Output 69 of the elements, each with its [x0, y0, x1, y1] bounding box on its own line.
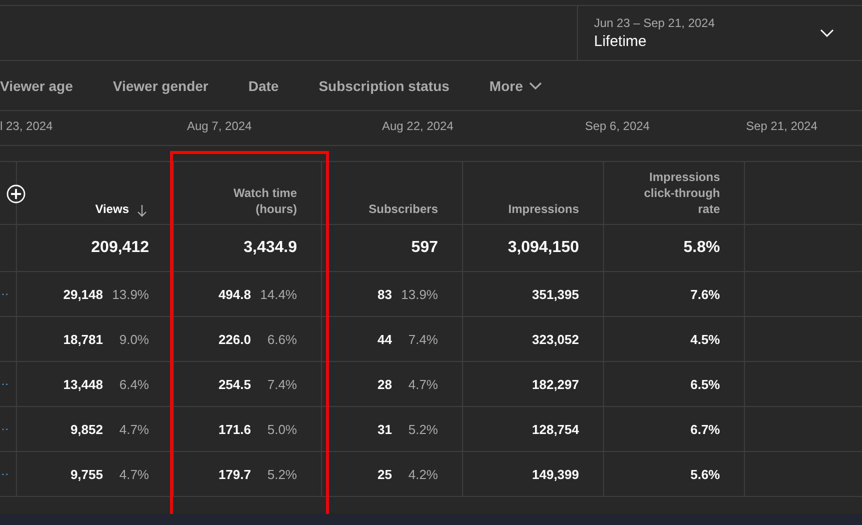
- metric-value: 31: [378, 422, 392, 436]
- tab[interactable]: Viewer age: [0, 78, 73, 94]
- column-header[interactable]: Subscribers: [368, 201, 438, 217]
- metric-value: 254.5: [218, 376, 251, 392]
- metric-value: 44: [378, 332, 392, 346]
- metric-value: 25: [378, 466, 392, 482]
- metric-value: 6.5%: [690, 376, 720, 392]
- column-header[interactable]: Views: [95, 201, 129, 217]
- metric-value: 7.6%: [690, 286, 720, 302]
- metric-share: 6.4%: [118, 376, 149, 392]
- column-header[interactable]: Watch time (hours): [197, 185, 297, 217]
- total-value: 5.8%: [684, 239, 720, 257]
- metric-value: 351,395: [532, 286, 579, 302]
- metric-share: 5.2%: [266, 466, 297, 482]
- metric-value: 6.7%: [690, 422, 720, 436]
- total-value: 3,094,150: [508, 239, 579, 257]
- metric-share: 7.4%: [266, 376, 297, 392]
- metric-share: 4.7%: [407, 376, 438, 392]
- chevron-down-icon: [528, 82, 542, 90]
- video-title-link[interactable]: …: [0, 284, 9, 298]
- metric-value: 171.6: [218, 422, 251, 436]
- metric-value: 18,781: [63, 332, 103, 346]
- axis-date-label: Sep 21, 2024: [746, 119, 818, 133]
- date-range: Jun 23 – Sep 21, 2024: [594, 16, 716, 30]
- metric-value: 9,852: [70, 422, 103, 436]
- metric-value: 494.8: [218, 286, 251, 302]
- total-value: 209,412: [91, 239, 149, 257]
- metric-share: 9.0%: [118, 332, 149, 346]
- metric-share: 6.6%: [266, 332, 297, 346]
- total-value: 597: [411, 239, 438, 257]
- video-title-link[interactable]: …: [0, 374, 9, 388]
- metric-share: 14.4%: [259, 286, 297, 302]
- metric-share: 5.2%: [407, 422, 438, 436]
- metric-value: 4.5%: [690, 332, 720, 346]
- metric-share: 13.9%: [111, 286, 149, 302]
- metric-value: 83: [378, 286, 392, 302]
- metric-share: 13.9%: [400, 286, 438, 302]
- metric-value: 323,052: [532, 332, 579, 346]
- total-value: 3,434.9: [244, 239, 297, 257]
- metric-value: 13,448: [63, 376, 103, 392]
- metric-value: 182,297: [532, 376, 579, 392]
- metric-value: 226.0: [218, 332, 251, 346]
- metric-share: 7.4%: [407, 332, 438, 346]
- axis-date-label: l 23, 2024: [0, 119, 53, 133]
- add-column-icon[interactable]: [6, 184, 26, 204]
- tab[interactable]: More: [489, 78, 542, 94]
- metric-value: 128,754: [532, 422, 579, 436]
- metric-share: 5.0%: [266, 422, 297, 436]
- metric-value: 179.7: [218, 466, 251, 482]
- metric-value: 149,399: [532, 466, 579, 482]
- period-label: Lifetime: [594, 33, 648, 50]
- tab[interactable]: Viewer gender: [112, 78, 208, 94]
- tab[interactable]: Subscription status: [318, 78, 450, 94]
- metric-value: 29,148: [63, 286, 103, 302]
- column-header[interactable]: Impressions click-through rate: [620, 169, 720, 217]
- metric-value: 5.6%: [690, 466, 720, 482]
- axis-date-label: Aug 22, 2024: [382, 119, 454, 133]
- metric-value: 28: [378, 376, 392, 392]
- axis-date-label: Sep 6, 2024: [585, 119, 650, 133]
- metric-share: 4.2%: [407, 466, 438, 482]
- axis-date-label: Aug 7, 2024: [187, 119, 252, 133]
- video-title-link[interactable]: …: [0, 419, 9, 433]
- metric-share: 4.7%: [118, 466, 149, 482]
- chevron-down-icon: [820, 29, 834, 37]
- metric-value: 9,755: [70, 466, 103, 482]
- column-header[interactable]: Impressions: [508, 201, 579, 217]
- metric-share: 4.7%: [118, 422, 149, 436]
- video-title-link[interactable]: …: [0, 464, 9, 478]
- tab[interactable]: Date: [248, 78, 279, 94]
